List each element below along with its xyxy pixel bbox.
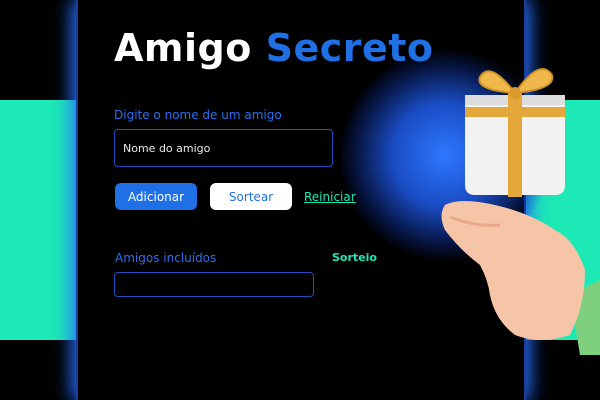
gift-bow-right xyxy=(512,68,554,95)
friend-name-input[interactable] xyxy=(114,129,333,167)
draw-button[interactable]: Sortear xyxy=(210,183,292,210)
friends-list xyxy=(114,272,314,297)
result-label: Sorteio xyxy=(332,251,377,264)
left-teal-band xyxy=(0,100,76,340)
title-word-secreto: Secreto xyxy=(265,26,434,70)
gift-ribbon-horizontal xyxy=(465,107,565,117)
gift-on-hand-icon xyxy=(441,68,600,355)
reset-link[interactable]: Reiniciar xyxy=(304,190,356,204)
friends-list-label: Amigos incluídos xyxy=(115,251,217,265)
gift-bow-left xyxy=(478,70,518,95)
add-button[interactable]: Adicionar xyxy=(115,183,197,210)
friend-name-label: Digite o nome de um amigo xyxy=(114,108,282,122)
gift-bow-knot xyxy=(509,87,521,99)
title-word-amigo: Amigo xyxy=(114,26,252,70)
page-title: Amigo Secreto xyxy=(114,26,434,70)
